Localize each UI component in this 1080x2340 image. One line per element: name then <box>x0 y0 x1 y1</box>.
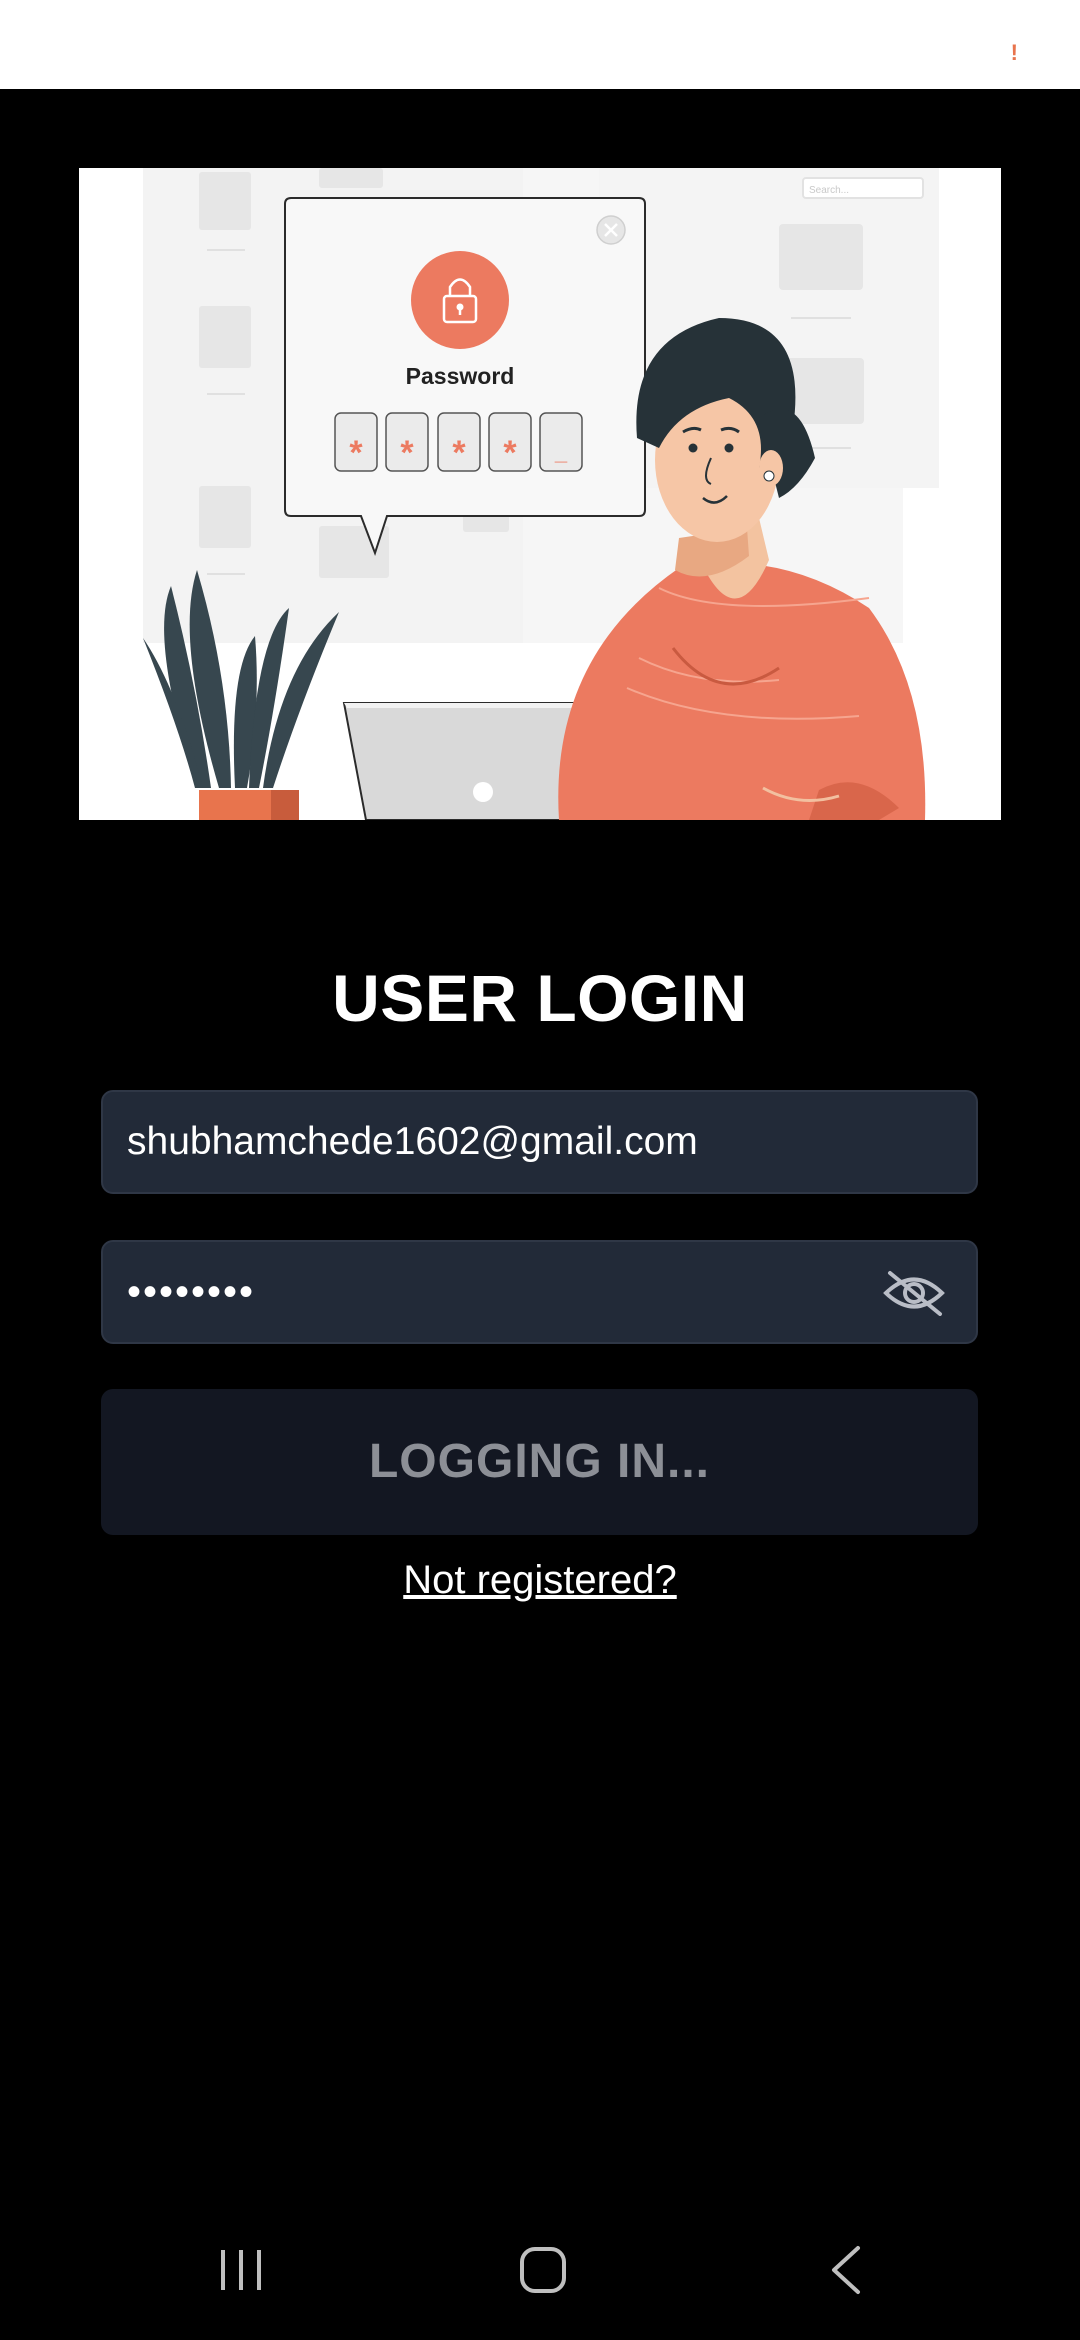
email-field[interactable]: shubhamchede1602@gmail.com <box>101 1090 978 1194</box>
back-icon[interactable] <box>812 2240 882 2300</box>
dialog-title-text: Password <box>406 363 515 389</box>
search-placeholder-text: Search... <box>809 185 849 196</box>
pin-slot-5: _ <box>554 440 568 465</box>
pin-slot-4: * <box>503 434 517 472</box>
warning-indicator: ! <box>1010 40 1018 65</box>
email-value: shubhamchede1602@gmail.com <box>127 1120 698 1163</box>
pin-slot-1: * <box>349 434 363 472</box>
page-title: USER LOGIN <box>332 961 748 1035</box>
home-icon[interactable] <box>508 2240 578 2300</box>
login-illustration: Search... Password * * * * _ <box>79 168 1001 820</box>
system-navigation-bar <box>0 2220 1080 2320</box>
password-value: •••••••• <box>127 1270 256 1314</box>
pin-slot-3: * <box>452 434 466 472</box>
password-field[interactable]: •••••••• <box>101 1240 978 1344</box>
recent-apps-icon[interactable] <box>206 2240 276 2300</box>
register-link[interactable]: Not registered? <box>0 1558 1080 1603</box>
eye-off-icon[interactable] <box>882 1270 946 1316</box>
login-button[interactable]: LOGGING IN... <box>101 1389 978 1535</box>
status-bar: ! <box>0 0 1080 89</box>
pin-slot-2: * <box>400 434 414 472</box>
